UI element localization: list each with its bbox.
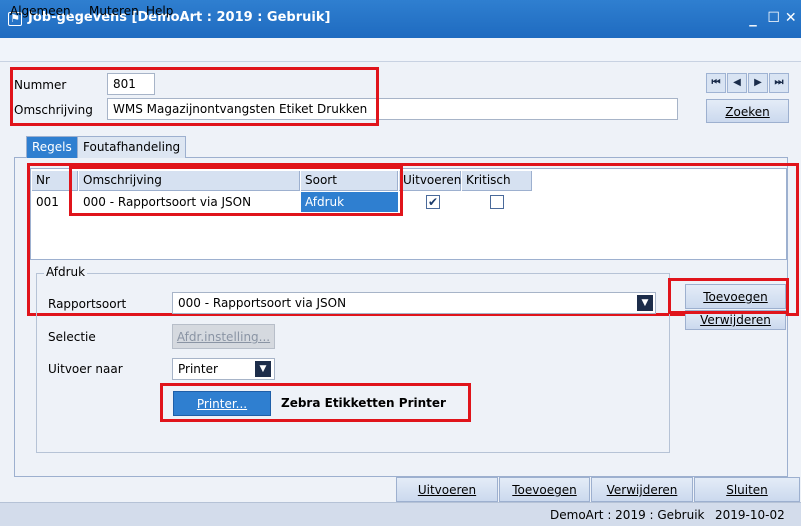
uitvoer-dropdown-icon[interactable]: ▼ — [255, 361, 271, 377]
highlight-header — [10, 67, 379, 126]
window-title: Job-gegevens [DemoArt : 2019 : Gebruik] — [28, 10, 331, 25]
sluiten-button[interactable]: Sluiten — [694, 477, 800, 502]
status-date: 2019-10-02 — [715, 508, 785, 522]
minimize-button[interactable]: _ — [744, 8, 762, 28]
menu-muteren[interactable]: Muteren — [89, 4, 139, 18]
rapportsoort-dropdown-icon[interactable]: ▼ — [637, 295, 653, 311]
uitvoer-naar-label: Uitvoer naar — [48, 362, 123, 376]
menu-help[interactable]: Help — [146, 4, 173, 18]
rapportsoort-select[interactable]: 000 - Rapportsoort via JSON — [172, 292, 656, 314]
highlight-printer — [160, 383, 471, 422]
selectie-label: Selectie — [48, 330, 96, 344]
tab-regels[interactable]: Regels — [26, 136, 78, 158]
close-button[interactable]: ☐ ✕ — [764, 8, 800, 28]
afdr-instelling-button[interactable]: Afdr.instelling... — [172, 324, 275, 349]
toevoegen-button[interactable]: Toevoegen — [499, 477, 590, 502]
rapportsoort-label: Rapportsoort — [48, 297, 127, 311]
afdruk-group-title: Afdruk — [44, 265, 88, 279]
menu-algemeen[interactable]: Algemeen — [10, 4, 71, 18]
verwijderen-button[interactable]: Verwijderen — [591, 477, 693, 502]
last-record-icon[interactable]: ⏭ — [769, 73, 789, 93]
next-record-icon[interactable]: ▶ — [748, 73, 768, 93]
tab-foutafhandeling[interactable]: Foutafhandeling — [77, 136, 187, 158]
menu-bar — [0, 38, 801, 62]
status-context: DemoArt : 2019 : Gebruik — [550, 508, 705, 522]
prev-record-icon[interactable]: ◀ — [727, 73, 747, 93]
highlight-toevoegen — [668, 278, 789, 314]
search-button[interactable]: Zoeken — [706, 99, 789, 123]
uitvoeren-button[interactable]: Uitvoeren — [396, 477, 498, 502]
first-record-icon[interactable]: ⏮ — [706, 73, 726, 93]
